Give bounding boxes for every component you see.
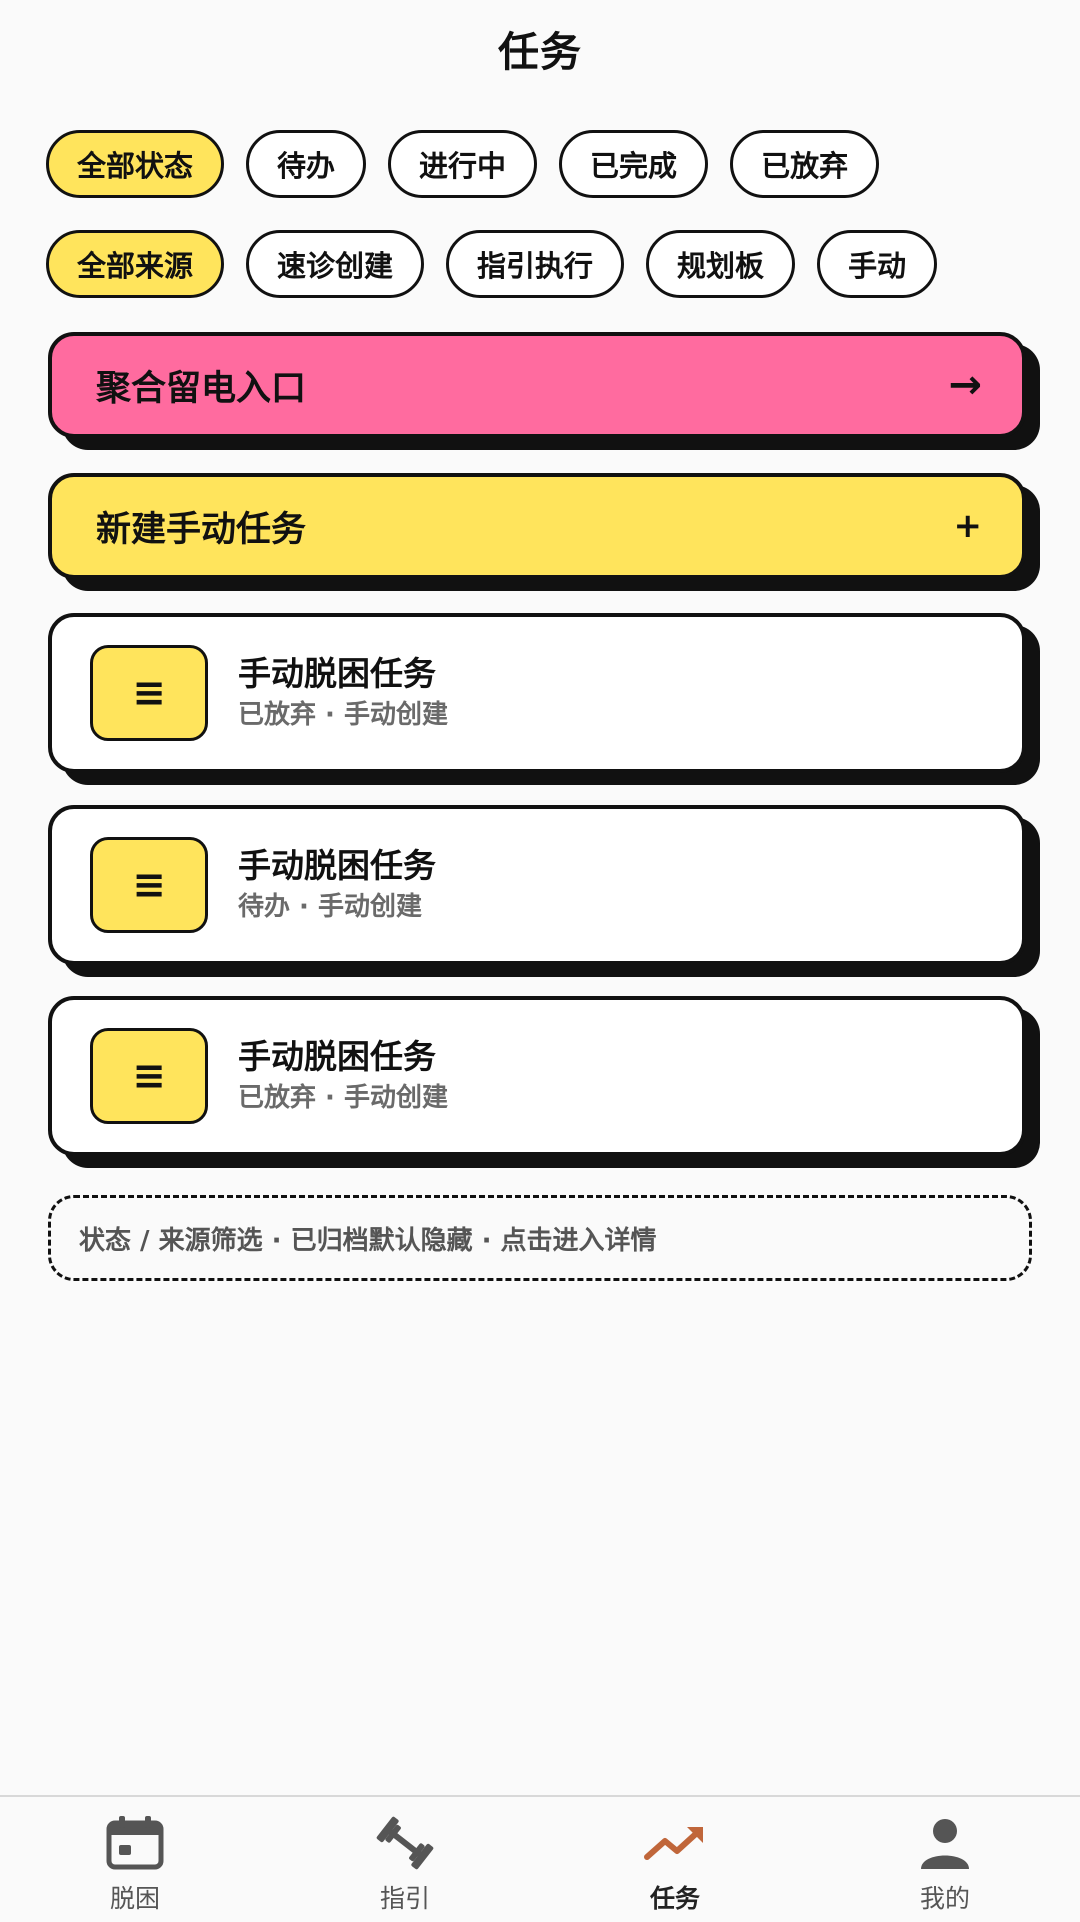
filter-source-manual[interactable]: 手动 (817, 230, 938, 298)
nav-item-escape[interactable]: 脱困 (0, 1797, 270, 1922)
task-card[interactable]: ≡ 手动脱困任务 已放弃 · 手动创建 (48, 613, 1026, 773)
task-title: 手动脱困任务 (238, 1037, 436, 1076)
source-filter-row: 全部来源 速诊创建 指引执行 规划板 手动 (46, 230, 938, 298)
task-card[interactable]: ≡ 手动脱困任务 待办 · 手动创建 (48, 805, 1026, 965)
plus-icon: + (953, 506, 983, 546)
nav-item-me[interactable]: 我的 (810, 1797, 1080, 1922)
menu-icon: ≡ (90, 1028, 208, 1124)
task-card[interactable]: ≡ 手动脱困任务 已放弃 · 手动创建 (48, 996, 1026, 1156)
aggregate-entry-label: 聚合留电入口 (96, 368, 307, 409)
calendar-icon (106, 1816, 164, 1870)
aggregate-entry-button[interactable]: 聚合留电入口 → (48, 332, 1026, 438)
filter-source-guide[interactable]: 指引执行 (446, 230, 625, 298)
task-subtitle: 待办 · 手动创建 (238, 892, 422, 922)
task-title: 手动脱困任务 (238, 654, 436, 693)
dumbbell-icon (376, 1816, 434, 1870)
person-icon (921, 1819, 969, 1869)
new-manual-task-label: 新建手动任务 (96, 509, 307, 550)
filter-status-todo[interactable]: 待办 (246, 130, 367, 198)
bottom-nav: 脱困 指引 任务 我的 (0, 1795, 1080, 1922)
filter-status-done[interactable]: 已完成 (559, 130, 709, 198)
new-manual-task-button[interactable]: 新建手动任务 + (48, 473, 1026, 579)
task-subtitle: 已放弃 · 手动创建 (238, 1083, 448, 1113)
task-title: 手动脱困任务 (238, 846, 436, 885)
nav-item-guide[interactable]: 指引 (270, 1797, 540, 1922)
nav-label: 任务 (649, 1884, 700, 1913)
nav-label: 脱困 (109, 1884, 160, 1913)
filter-status-abandoned[interactable]: 已放弃 (730, 130, 880, 198)
filter-status-all[interactable]: 全部状态 (46, 130, 225, 198)
filter-source-planning-board[interactable]: 规划板 (646, 230, 796, 298)
status-filter-row: 全部状态 待办 进行中 已完成 已放弃 (46, 130, 880, 198)
filter-hint: 状态 / 来源筛选 · 已归档默认隐藏 · 点击进入详情 (48, 1195, 1032, 1281)
nav-label: 我的 (919, 1884, 970, 1913)
filter-status-in-progress[interactable]: 进行中 (388, 130, 538, 198)
page-title: 任务 (498, 28, 582, 76)
trend-icon (644, 1827, 703, 1860)
task-subtitle: 已放弃 · 手动创建 (238, 700, 448, 730)
filter-source-all[interactable]: 全部来源 (46, 230, 225, 298)
menu-icon: ≡ (90, 837, 208, 933)
arrow-right-icon: → (948, 362, 982, 408)
nav-item-tasks[interactable]: 任务 (540, 1797, 810, 1922)
nav-label: 指引 (379, 1884, 430, 1913)
filter-source-quick-diagnosis[interactable]: 速诊创建 (246, 230, 425, 298)
menu-icon: ≡ (90, 645, 208, 741)
